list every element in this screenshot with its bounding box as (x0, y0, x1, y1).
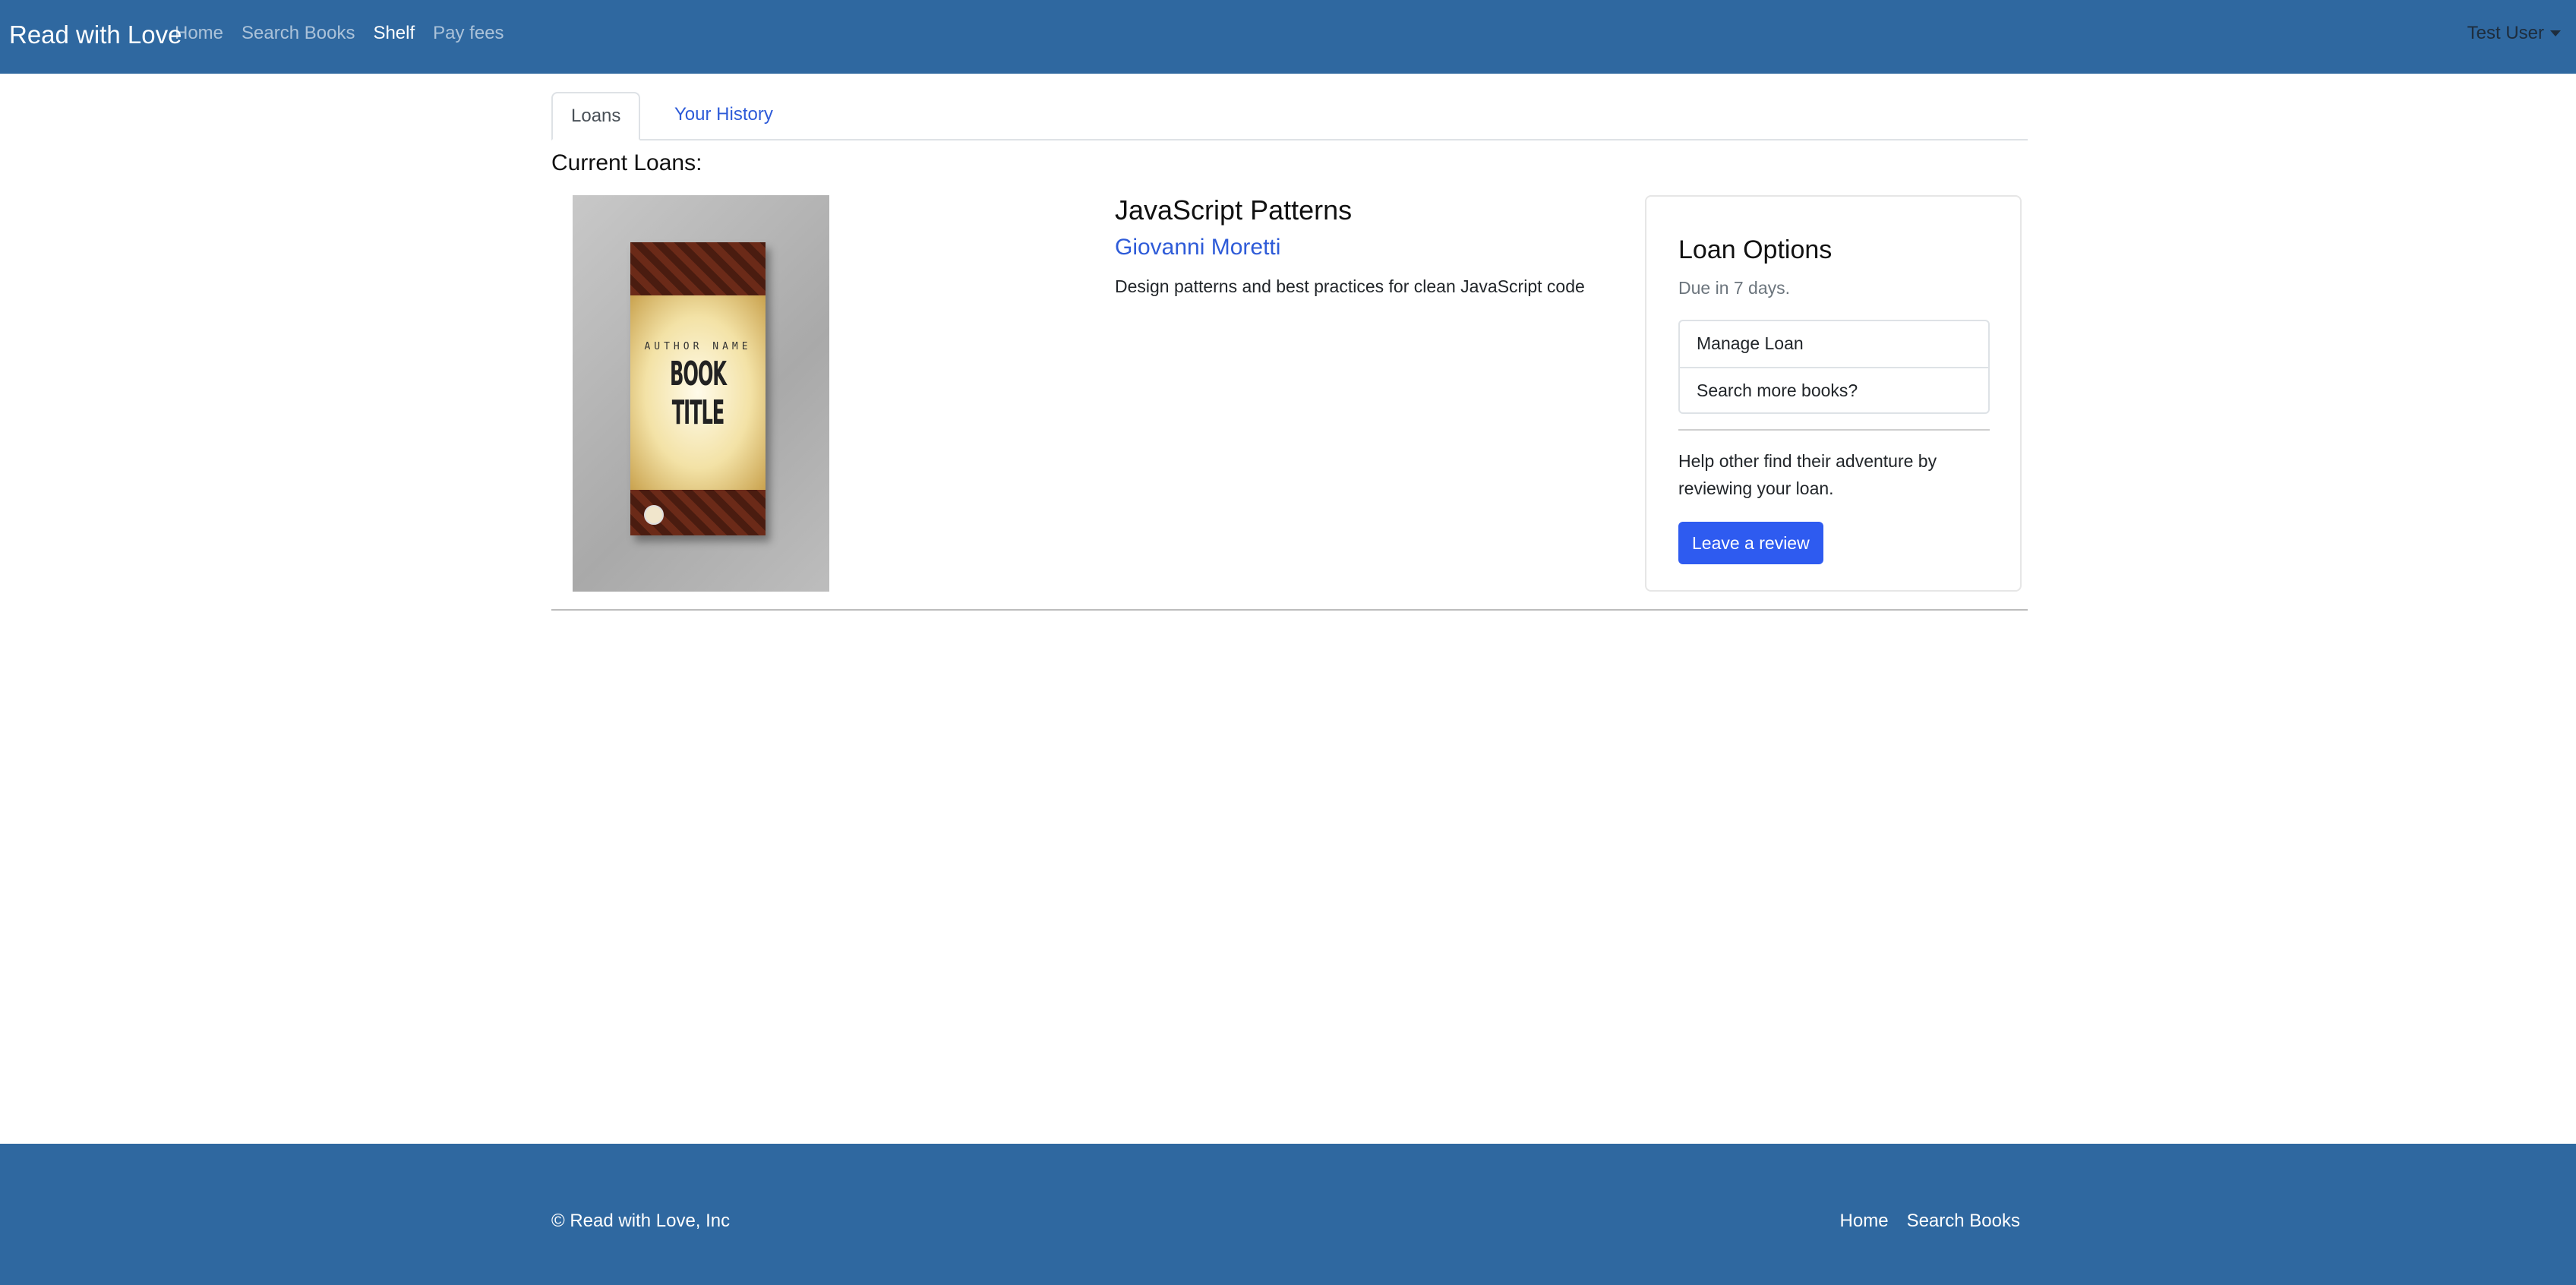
footer-copyright: © Read with Love, Inc (551, 1211, 731, 1231)
loan-options-list: Manage Loan Search more books? (1678, 320, 1990, 414)
cover-pattern-top (630, 242, 766, 295)
review-help-text: Help other find their adventure by revie… (1678, 451, 1937, 498)
nav-link-shelf[interactable]: Shelf (373, 20, 415, 47)
footer-link-home[interactable]: Home (1840, 1208, 1889, 1235)
brand-link[interactable]: Read with Love (9, 18, 182, 52)
footer: © Read with Love, Inc Home Search Books (0, 1144, 2576, 1285)
book-author-link[interactable]: Giovanni Moretti (1115, 233, 1280, 262)
due-date-text: Due in 7 days. (1678, 278, 1791, 298)
nav-link-home[interactable]: Home (175, 20, 223, 47)
user-name: Test User (2467, 23, 2544, 43)
tab-bar: Loans Your History (551, 92, 2028, 140)
nav-link-search-books[interactable]: Search Books (242, 20, 355, 47)
loan-options-card: Loan Options Due in 7 days. Manage Loan … (1645, 195, 2022, 592)
footer-links: Home Search Books (1822, 1208, 2020, 1235)
tab-your-history[interactable]: Your History (656, 92, 791, 139)
caret-down-icon (2550, 30, 2561, 36)
nav-links: Home Search Books Shelf Pay fees (175, 20, 522, 47)
book-description: Design patterns and best practices for c… (1115, 276, 1585, 296)
cover-title-text: BOOK TITLE (670, 355, 727, 432)
book-cover-image: AUTHOR NAME BOOK TITLE (573, 195, 829, 592)
navbar: Read with Love Home Search Books Shelf P… (0, 0, 2576, 74)
search-more-books-item[interactable]: Search more books? (1680, 367, 1988, 412)
leave-review-button[interactable]: Leave a review (1678, 522, 1823, 564)
tab-loans[interactable]: Loans (551, 92, 641, 140)
nav-link-pay-fees[interactable]: Pay fees (433, 20, 504, 47)
manage-loan-item[interactable]: Manage Loan (1680, 321, 1988, 367)
cover-book-illustration: AUTHOR NAME BOOK TITLE (630, 242, 766, 535)
book-title: JavaScript Patterns (1115, 194, 1353, 226)
footer-link-search-books[interactable]: Search Books (1907, 1208, 2020, 1235)
card-divider (1678, 429, 1990, 431)
cover-author-text: AUTHOR NAME (644, 341, 752, 352)
current-loans-heading: Current Loans: (551, 150, 702, 175)
loan-options-title: Loan Options (1678, 235, 1833, 264)
user-menu-dropdown[interactable]: Test User (2467, 20, 2561, 47)
cover-seal-icon (644, 505, 664, 525)
loans-divider (551, 609, 2028, 611)
